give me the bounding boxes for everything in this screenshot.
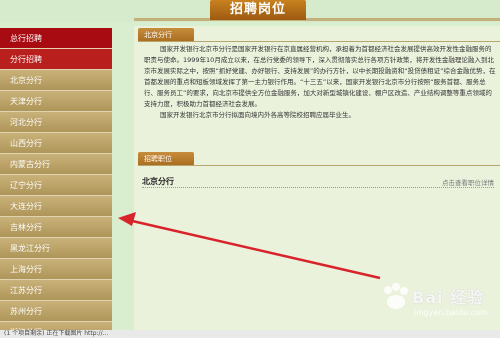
intro-paragraph: 国家开发银行北京市分行是国家开发银行在京直属经营机构，承担着为首都经济社会发展提…: [144, 45, 496, 108]
sidebar-item[interactable]: 总行招聘: [0, 28, 112, 49]
sidebar-item[interactable]: 大连分行: [0, 196, 112, 217]
sidebar-item[interactable]: 黑龙江分行: [0, 238, 112, 259]
sidebar-item[interactable]: 北京分行: [0, 70, 112, 91]
sidebar-item[interactable]: 吉林分行: [0, 217, 112, 238]
sidebar-item[interactable]: 辽宁分行: [0, 175, 112, 196]
intro-paragraph-2: 国家开发银行北京市分行拟面向境内外各高等院校招聘应届毕业生。: [160, 111, 355, 119]
sidebar-item[interactable]: 河北分行: [0, 112, 112, 133]
top-banner: 招聘岗位: [0, 0, 500, 22]
job-city: 北京分行: [142, 177, 174, 186]
job-row: 北京分行 点击查看职位详情: [142, 174, 494, 188]
banner-rule: [134, 18, 500, 21]
sidebar-item[interactable]: 内蒙古分行: [0, 154, 112, 175]
sidebar-item[interactable]: 天津分行: [0, 91, 112, 112]
sidebar: 总行招聘 分行招聘 北京分行 天津分行 河北分行 山西分行 内蒙古分行 辽宁分行 大连分行 吉林分…: [0, 28, 112, 338]
jobs-section-title: 招聘职位: [138, 152, 194, 166]
page-title: 招聘岗位: [210, 0, 306, 20]
view-jobs-link[interactable]: 点击查看职位详情: [442, 177, 494, 187]
sidebar-item[interactable]: 山西分行: [0, 133, 112, 154]
watermark: Bai 经验 jingyan.baidu.com: [380, 280, 500, 328]
page: 招聘岗位 总行招聘 分行招聘 北京分行 天津分行 河北分行 山西分行 内蒙古分行 辽宁分行 大连…: [0, 0, 500, 338]
sidebar-item[interactable]: 上海分行: [0, 259, 112, 280]
watermark-brand: Bai 经验: [412, 288, 485, 307]
paw-logo-icon: [384, 283, 408, 309]
section-rule: [138, 165, 500, 166]
status-bar: (1 个项目剩余) 正在下载图片 http://...: [0, 330, 500, 338]
sidebar-item[interactable]: 分行招聘: [0, 49, 112, 70]
branch-intro: 国家开发银行北京市分行是国家开发银行在京直属经营机构，承担着为首都经济社会发展提…: [144, 44, 496, 121]
section-title: 北京分行: [138, 28, 194, 42]
section-rule: [138, 41, 500, 42]
section-header-jobs: 招聘职位: [134, 152, 500, 166]
section-header-branch: 北京分行: [134, 28, 500, 42]
watermark-url: jingyan.baidu.com: [414, 308, 488, 317]
sidebar-item[interactable]: 苏州分行: [0, 301, 112, 322]
sidebar-item[interactable]: 江苏分行: [0, 280, 112, 301]
